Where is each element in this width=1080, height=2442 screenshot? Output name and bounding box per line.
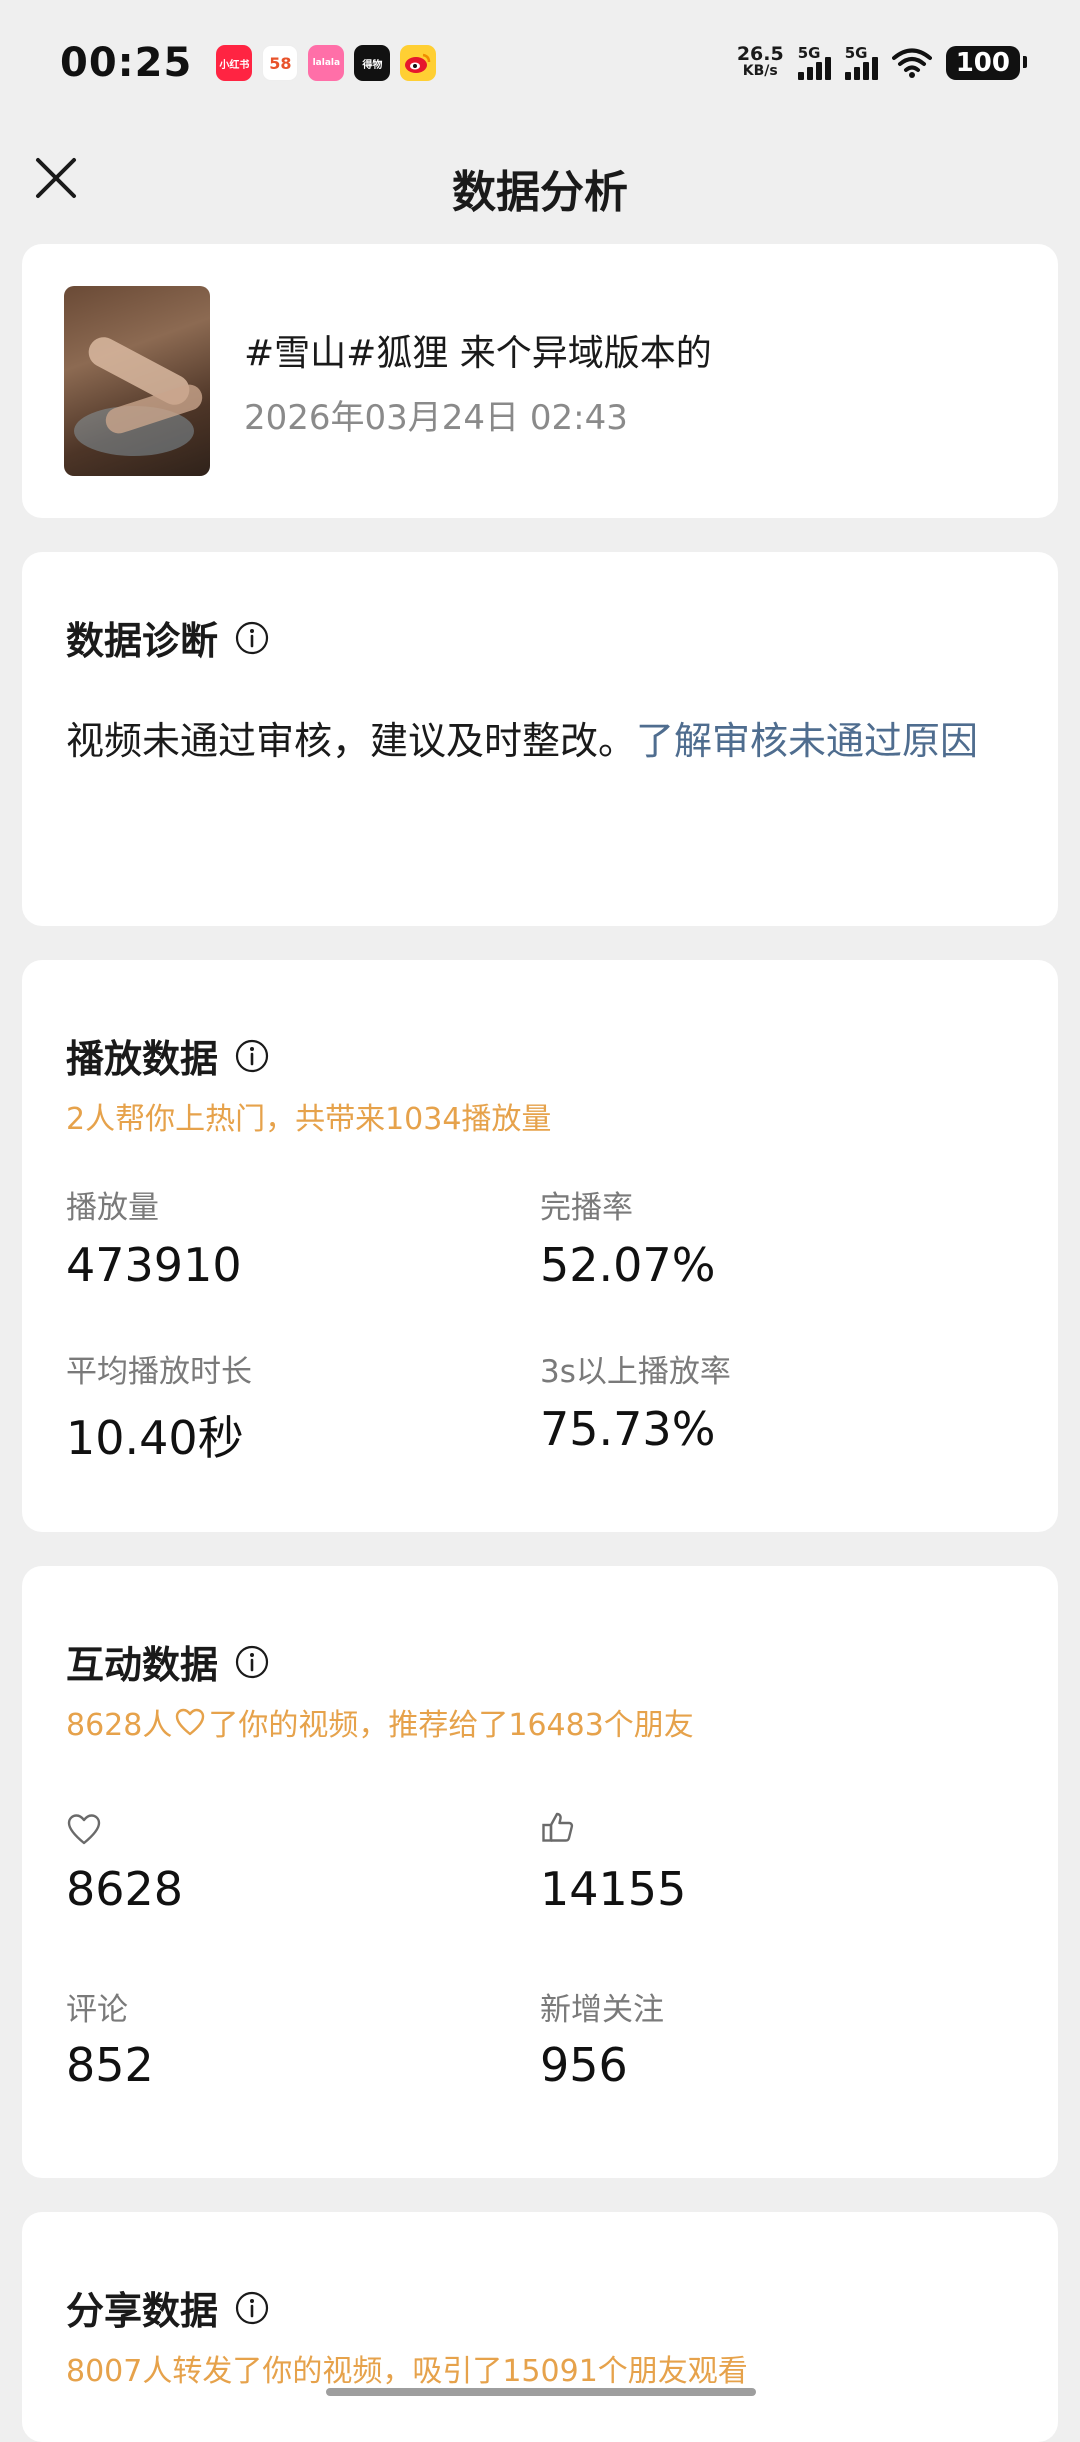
interaction-section-title: 互动数据 (66, 1634, 270, 1689)
comment-count-value: 852 (66, 2038, 154, 2092)
video-thumbnail[interactable] (64, 286, 210, 476)
xiaohongshu-icon: 小红书 (216, 45, 253, 81)
heart-icon (176, 1708, 205, 1736)
app-pink-icon: lalala (308, 45, 345, 81)
signal-icon-2: 5G (844, 44, 878, 80)
thumbs-up-icon (542, 1812, 574, 1842)
system-status: 26.5 KB/s 5G 5G 100 (736, 43, 1028, 80)
net-speed: 26.5 KB/s (736, 43, 784, 80)
favorite-count-value: 8628 (66, 1862, 184, 1916)
play-count-value: 473910 (66, 1238, 242, 1292)
share-summary[interactable]: 8007人转发了你的视频，吸引了15091个朋友观看 (66, 2346, 748, 2390)
play-count-label: 播放量 (66, 1190, 159, 1226)
diagnosis-title: 数据诊断 (66, 619, 219, 663)
info-icon[interactable] (234, 2290, 270, 2326)
completion-rate-value: 52.07% (540, 1238, 716, 1292)
comment-label: 评论 (66, 1992, 128, 2028)
review-failed-reason-link[interactable]: 了解审核未通过原因 (636, 719, 978, 763)
play-data-title: 播放数据 (66, 1037, 219, 1081)
new-followers-value: 956 (540, 2038, 628, 2092)
avg-duration-label: 平均播放时长 (66, 1354, 252, 1390)
page-title: 数据分析 (452, 167, 628, 218)
video-date: 2026年03月24日 02:43 (244, 398, 628, 438)
info-icon[interactable] (234, 1038, 270, 1074)
notification-icons: 小红书 58 lalala 得物 (216, 45, 437, 81)
diagnosis-card: 数据诊断 视频未通过审核，建议及时整改。了解审核未通过原因 (22, 552, 1058, 926)
new-followers-label: 新增关注 (540, 1992, 664, 2028)
58-icon: 58 (262, 45, 299, 81)
avg-duration-value: 10.40秒 (66, 1411, 244, 1465)
play-data-summary[interactable]: 2人帮你上热门，共带来1034播放量 (66, 1094, 551, 1138)
info-icon[interactable] (234, 620, 270, 656)
like-count-value: 14155 (540, 1862, 687, 1916)
page-header: 数据分析 (0, 126, 1080, 236)
diagnosis-text: 视频未通过审核，建议及时整改。 (66, 719, 637, 763)
weibo-icon (400, 45, 437, 81)
status-time: 00:25 (60, 40, 193, 86)
3s-play-rate-label: 3s以上播放率 (540, 1354, 731, 1390)
heart-icon (67, 1814, 101, 1845)
play-data-section-title: 播放数据 (66, 1028, 270, 1083)
dewu-icon: 得物 (354, 45, 391, 81)
info-icon[interactable] (234, 1644, 270, 1680)
3s-play-rate-value: 75.73% (540, 1402, 716, 1456)
battery-indicator: 100 (945, 46, 1028, 80)
share-data-card: 分享数据 8007人转发了你的视频，吸引了15091个朋友观看 (22, 2212, 1058, 2442)
video-title: #雪山#狐狸 来个异域版本的 (244, 333, 712, 374)
play-data-card: 播放数据 2人帮你上热门，共带来1034播放量 播放量 473910 完播率 5… (22, 960, 1058, 1532)
completion-rate-label: 完播率 (540, 1190, 633, 1226)
share-section-title: 分享数据 (66, 2280, 270, 2335)
wifi-icon (891, 48, 932, 78)
signal-icon: 5G (797, 44, 831, 80)
video-card[interactable]: #雪山#狐狸 来个异域版本的 2026年03月24日 02:43 (22, 244, 1058, 518)
interaction-data-title: 互动数据 (66, 1643, 219, 1687)
share-data-title: 分享数据 (66, 2289, 219, 2333)
home-indicator[interactable] (326, 2388, 756, 2396)
interaction-data-card: 互动数据 8628人 了你的视频，推荐给了16483个朋友 8628 14155… (22, 1566, 1058, 2178)
status-bar: 00:25 小红书 58 lalala 得物 26.5 KB/s 5G 5G 1… (0, 0, 1080, 126)
diagnosis-message: 视频未通过审核，建议及时整改。了解审核未通过原因 (66, 712, 1046, 770)
interaction-summary[interactable]: 8628人 了你的视频，推荐给了16483个朋友 (66, 1700, 694, 1744)
diagnosis-section-title: 数据诊断 (66, 610, 270, 665)
